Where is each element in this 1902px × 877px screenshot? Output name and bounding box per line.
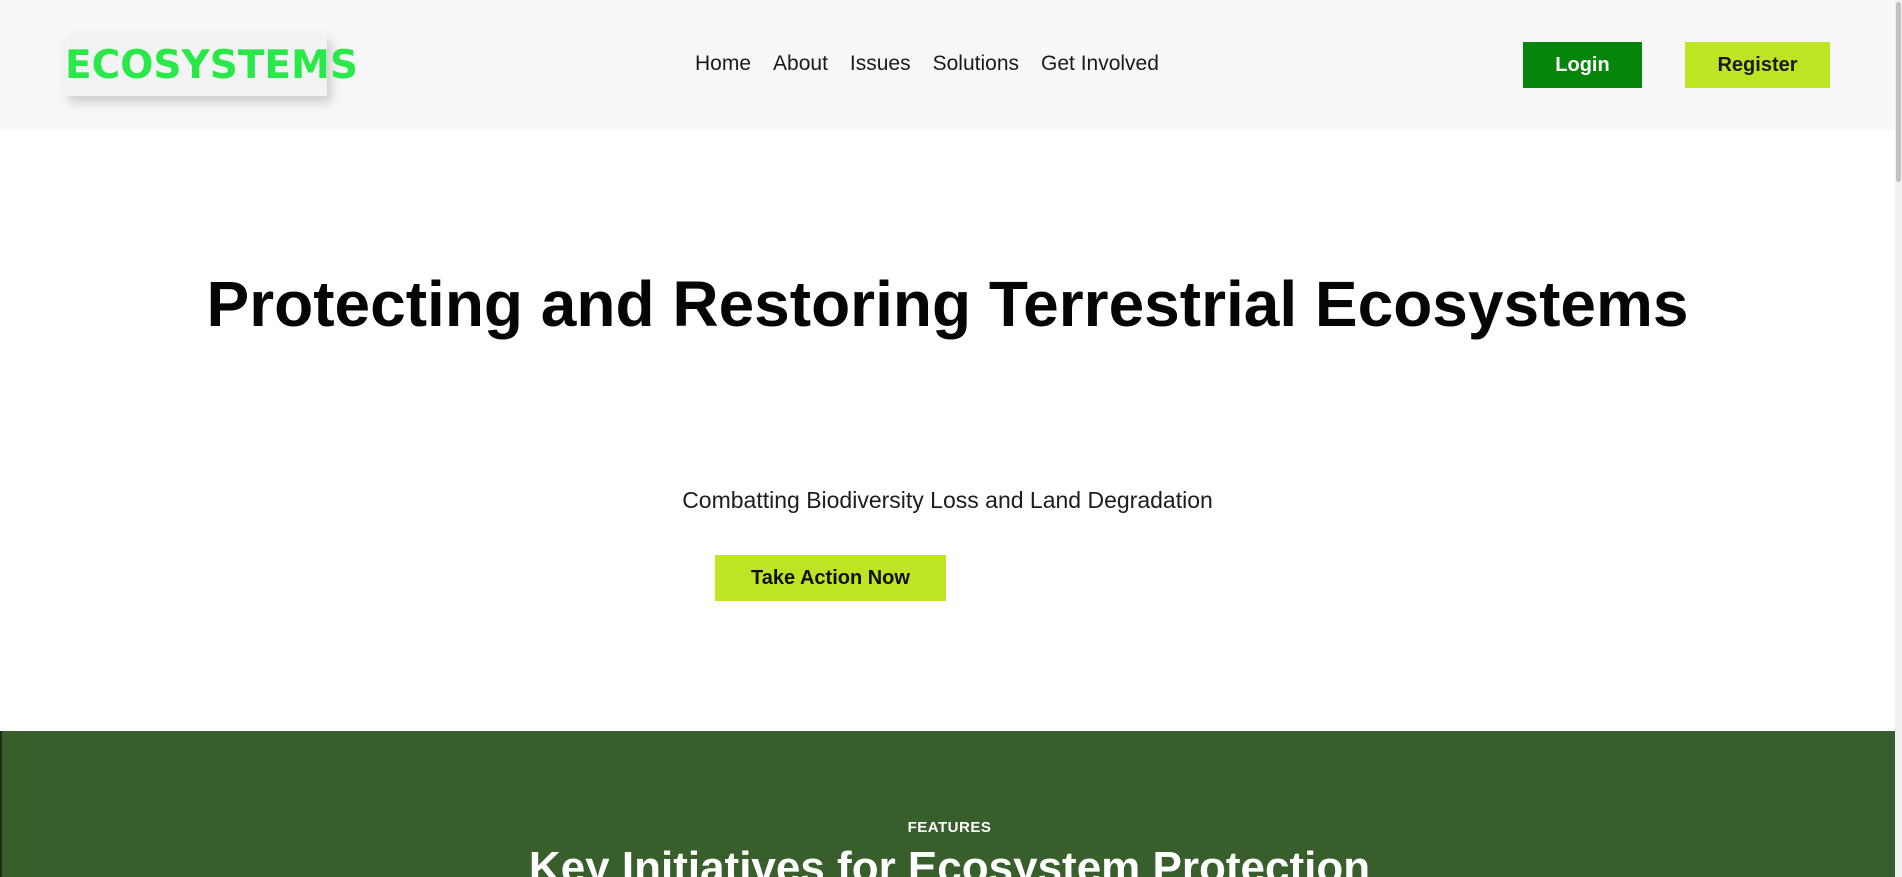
browser-viewport: ECOSYSTEMS Home About Issues Solutions G… (0, 0, 1902, 877)
site-logo[interactable]: ECOSYSTEMS (65, 34, 358, 96)
take-action-button[interactable]: Take Action Now (715, 555, 946, 601)
nav-issues[interactable]: Issues (850, 52, 911, 76)
logo-text[interactable]: ECOSYSTEMS (65, 43, 358, 88)
features-heading: Key Initiatives for Ecosystem Protection (528, 843, 1371, 877)
nav-solutions[interactable]: Solutions (933, 52, 1019, 76)
hero-subtitle: Combatting Biodiversity Loss and Land De… (682, 487, 1213, 513)
login-button[interactable]: Login (1523, 42, 1642, 88)
nav-get-involved[interactable]: Get Involved (1041, 52, 1159, 76)
nav-about[interactable]: About (773, 52, 828, 76)
page: ECOSYSTEMS Home About Issues Solutions G… (0, 0, 1895, 877)
scrollbar-thumb[interactable] (1896, 2, 1901, 182)
hero-title: Protecting and Restoring Terrestrial Eco… (206, 268, 1689, 340)
features-section: FEATURES Key Initiatives for Ecosystem P… (0, 731, 1895, 877)
site-header: ECOSYSTEMS Home About Issues Solutions G… (0, 0, 1895, 130)
register-button[interactable]: Register (1685, 42, 1830, 88)
nav-home[interactable]: Home (695, 52, 751, 76)
features-eyebrow: FEATURES (907, 819, 992, 836)
page-scrollbar[interactable] (1895, 0, 1902, 877)
main-nav: Home About Issues Solutions Get Involved (695, 50, 1181, 78)
